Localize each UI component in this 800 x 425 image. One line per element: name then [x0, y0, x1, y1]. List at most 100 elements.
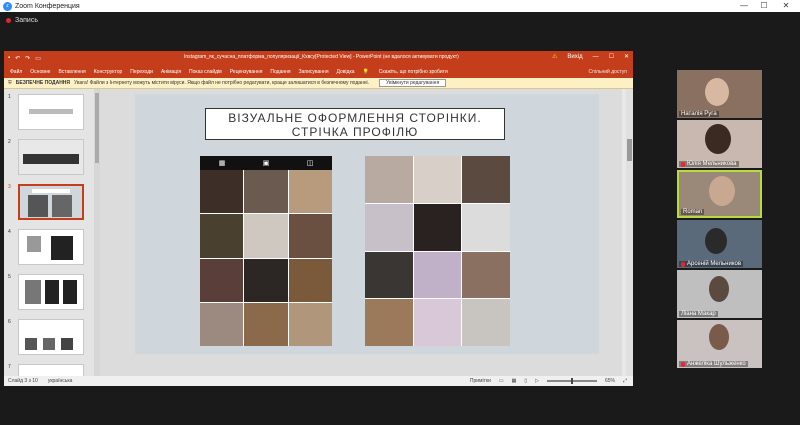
- menu-recording[interactable]: Записування: [299, 69, 329, 75]
- thumbnail-slide-5[interactable]: 5: [8, 274, 84, 310]
- language-indicator[interactable]: українська: [48, 378, 73, 384]
- thumb-image-selected: [18, 184, 84, 220]
- ppt-workspace: 1 2 3 4 5 6 7 ВІЗУАЛЬНЕ ОФОРМЛЕННЯ СТОРІ…: [4, 89, 633, 386]
- slideshow-view-icon[interactable]: ▷: [535, 378, 539, 384]
- grid-photo: [244, 258, 288, 302]
- scrollbar-knob[interactable]: [627, 139, 632, 161]
- participant-tile[interactable]: Арсеній Мельников: [677, 220, 762, 268]
- zoom-level[interactable]: 65%: [605, 378, 615, 384]
- thumbnail-slide-6[interactable]: 6: [8, 319, 84, 355]
- grid-photo: [244, 214, 288, 258]
- participant-name-tag: Анжеліка Шульженко: [679, 361, 748, 367]
- save-icon[interactable]: ▪: [8, 55, 10, 62]
- zoom-slider[interactable]: [546, 378, 597, 384]
- redo-icon[interactable]: ↷: [25, 55, 30, 62]
- thumb-number: 4: [8, 229, 11, 235]
- slide-counter: Слайд 3 з 10: [8, 378, 38, 384]
- tell-me-input[interactable]: Скажіть, що потрібно зробити: [379, 69, 448, 75]
- participant-video: [709, 276, 729, 302]
- menu-animations[interactable]: Анімація: [161, 69, 181, 75]
- mic-muted-icon: [681, 361, 685, 367]
- mic-muted-icon: [681, 161, 685, 167]
- normal-view-icon[interactable]: ▭: [499, 378, 504, 384]
- participant-video: [705, 228, 727, 254]
- signin-link[interactable]: Вихід: [567, 54, 582, 60]
- recording-indicator[interactable]: Запись: [0, 13, 38, 27]
- grid-photo: [462, 251, 510, 299]
- tagged-icon: ◫: [306, 160, 314, 167]
- slide-scrollbar[interactable]: [626, 89, 633, 376]
- zoom-logo-icon: z: [3, 1, 12, 11]
- notes-button[interactable]: Примітки: [470, 378, 491, 384]
- zoom-titlebar: z Zoom Конференция — ☐ ✕: [0, 0, 800, 12]
- mic-muted-icon: [681, 261, 685, 267]
- grid-photo: [413, 299, 462, 346]
- ppt-close-icon[interactable]: ✕: [624, 53, 629, 60]
- maximize-button[interactable]: ☐: [754, 0, 774, 12]
- grid-photo: [200, 170, 244, 214]
- menu-transitions[interactable]: Переходи: [130, 69, 153, 75]
- thumb-image: [18, 274, 84, 310]
- thumbnail-slide-2[interactable]: 2: [8, 139, 84, 175]
- participant-name-tag: Ліана Макар: [679, 311, 718, 317]
- ppt-maximize-icon[interactable]: ☐: [609, 53, 614, 60]
- reading-view-icon[interactable]: ▯: [524, 378, 527, 384]
- grid-photo: [200, 302, 244, 346]
- instagram-grid-right: [365, 156, 510, 346]
- thumb-image: [18, 319, 84, 355]
- ppt-document-title: Instagram_як_сучасна_платформа_популяриз…: [184, 54, 459, 60]
- thumb-image: [18, 229, 84, 265]
- menu-review[interactable]: Рецензування: [230, 69, 263, 75]
- scrollbar-knob[interactable]: [95, 93, 99, 163]
- thumb-image: [18, 139, 84, 175]
- grid-photo: [288, 302, 332, 346]
- share-button[interactable]: Спільний доступ: [589, 69, 627, 75]
- start-presentation-icon[interactable]: ▭: [35, 55, 41, 62]
- menu-file[interactable]: Файл: [10, 69, 22, 75]
- thumbnail-slide-3[interactable]: 3: [8, 184, 84, 220]
- thumb-number: 3: [8, 184, 11, 190]
- grid-photo: [365, 251, 413, 299]
- participant-tile[interactable]: Ліана Макар: [677, 270, 762, 318]
- lightbulb-icon: 💡: [362, 68, 369, 75]
- thumbnail-slide-1[interactable]: 1: [8, 94, 84, 130]
- minimize-button[interactable]: —: [734, 0, 754, 12]
- menu-insert[interactable]: Вставлення: [58, 69, 85, 75]
- participant-tile[interactable]: Юлія Мельникова: [677, 120, 762, 168]
- undo-icon[interactable]: ↶: [15, 55, 20, 62]
- sorter-view-icon[interactable]: ▦: [512, 378, 517, 384]
- slide-title-line-2: СТРІЧКА ПРОФІЛЮ: [291, 125, 419, 139]
- current-slide: ВІЗУАЛЬНЕ ОФОРМЛЕННЯ СТОРІНКИ. СТРІЧКА П…: [135, 94, 599, 354]
- menu-slideshow[interactable]: Показ слайдів: [189, 69, 222, 75]
- fit-slide-icon[interactable]: ⤢: [623, 378, 627, 384]
- close-button[interactable]: ✕: [776, 0, 796, 12]
- participant-tile-active-speaker[interactable]: Roman: [677, 170, 762, 218]
- ppt-statusbar: Слайд 3 з 10 українська Примітки ▭ ▦ ▯ ▷…: [4, 376, 633, 386]
- record-dot-icon: [6, 17, 11, 23]
- ppt-minimize-icon[interactable]: —: [593, 54, 599, 60]
- thumbnail-slide-4[interactable]: 4: [8, 229, 84, 265]
- menu-help[interactable]: Довідка: [337, 69, 355, 75]
- menu-design[interactable]: Конструктор: [94, 69, 123, 75]
- thumb-number: 1: [8, 94, 11, 100]
- participant-name: Наталія Руга: [681, 111, 717, 117]
- participant-tile[interactable]: Наталія Руга: [677, 70, 762, 118]
- grid-photo: [413, 203, 462, 251]
- grid-photo: [288, 170, 332, 214]
- participant-video: [705, 124, 731, 154]
- menu-view[interactable]: Подання: [270, 69, 290, 75]
- grid-photo: [413, 156, 462, 203]
- grid-photo: [288, 214, 332, 258]
- slide-title-line-1: ВІЗУАЛЬНЕ ОФОРМЛЕННЯ СТОРІНКИ.: [228, 111, 482, 125]
- zoom-slider-thumb[interactable]: [570, 378, 573, 384]
- quick-access-toolbar: ▪ ↶ ↷ ▭: [8, 55, 41, 62]
- grid-photo: [288, 258, 332, 302]
- enable-editing-button[interactable]: Увімкнути редагування: [379, 79, 447, 87]
- ppt-titlebar: ▪ ↶ ↷ ▭ Instagram_як_сучасна_платформа_п…: [4, 51, 633, 65]
- participant-name-tag: Roman: [681, 209, 705, 215]
- participant-name-tag: Юлія Мельникова: [679, 161, 739, 167]
- menu-home[interactable]: Основне: [30, 69, 50, 75]
- participant-tile[interactable]: Анжеліка Шульженко: [677, 320, 762, 368]
- participant-video: [705, 78, 729, 106]
- thumb-number: 5: [8, 274, 11, 280]
